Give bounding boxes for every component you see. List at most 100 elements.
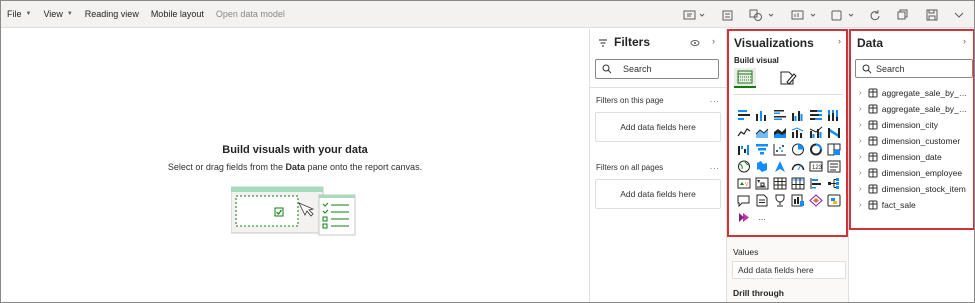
- open-data-model-button[interactable]: Open data model: [210, 1, 291, 28]
- table-row[interactable]: › aggregate_sale_by_dat...: [859, 101, 971, 117]
- ribbon-chart-icon[interactable]: [825, 124, 843, 141]
- area-chart-icon[interactable]: [753, 124, 771, 141]
- filters-search-input[interactable]: Search: [595, 59, 719, 79]
- chevron-right-icon[interactable]: ›: [859, 138, 868, 145]
- more-visuals-icon[interactable]: [807, 192, 825, 209]
- line-chart-icon[interactable]: [735, 124, 753, 141]
- power-apps-icon[interactable]: [735, 209, 753, 226]
- visualizations-fields-section: Values Add data fields here Drill throug…: [727, 237, 848, 302]
- filters-all-pages-dropzone[interactable]: Add data fields here: [595, 179, 721, 209]
- qa-icon[interactable]: [735, 192, 753, 209]
- multi-row-card-icon[interactable]: [825, 158, 843, 175]
- table-row[interactable]: › dimension_date: [859, 149, 971, 165]
- goals-icon[interactable]: [771, 192, 789, 209]
- table-icon: [868, 136, 878, 146]
- filters-pane: Filters › Search Filters on this page ..…: [589, 29, 726, 302]
- duplicate-button[interactable]: [897, 7, 909, 22]
- values-dropzone[interactable]: Add data fields here: [732, 261, 846, 279]
- table-name: dimension_date: [881, 152, 942, 162]
- format-button[interactable]: [831, 7, 859, 22]
- chevron-right-icon[interactable]: ›: [859, 170, 868, 177]
- funnel-chart-icon[interactable]: [753, 141, 771, 158]
- 100-stacked-bar-chart-icon[interactable]: [807, 107, 825, 124]
- view-menu-label: View: [43, 9, 63, 19]
- chevron-right-icon[interactable]: ›: [859, 202, 868, 209]
- chevron-right-icon[interactable]: ›: [859, 106, 868, 113]
- line-clustered-column-icon[interactable]: [807, 124, 825, 141]
- stacked-area-chart-icon[interactable]: [771, 124, 789, 141]
- more-button[interactable]: [953, 7, 965, 22]
- eye-icon[interactable]: [690, 39, 700, 47]
- empty-canvas-title: Build visuals with your data: [222, 144, 368, 156]
- button-menu[interactable]: [721, 7, 735, 22]
- table-row[interactable]: › fact_sale: [859, 197, 971, 213]
- subtitle-text-pre: Select or drag fields from the: [167, 162, 286, 172]
- clustered-bar-chart-icon[interactable]: [771, 107, 789, 124]
- stacked-bar-chart-icon[interactable]: [735, 107, 753, 124]
- duplicate-icon: [897, 9, 908, 19]
- file-menu[interactable]: File ▼: [1, 1, 37, 28]
- chevron-right-icon[interactable]: ›: [859, 90, 868, 97]
- 100-stacked-column-chart-icon[interactable]: [825, 107, 843, 124]
- chevron-right-icon[interactable]: ›: [859, 186, 868, 193]
- visual-icon: [791, 10, 816, 19]
- table-row[interactable]: › dimension_stock_item: [859, 181, 971, 197]
- refresh-button[interactable]: [869, 7, 881, 22]
- filters-search-placeholder: Search: [623, 64, 652, 74]
- waterfall-chart-icon[interactable]: [735, 141, 753, 158]
- key-influencers-icon[interactable]: [807, 175, 825, 192]
- collapse-data-icon[interactable]: ›: [963, 36, 966, 46]
- table-icon: [868, 88, 878, 98]
- more-options-icon[interactable]: ...: [710, 95, 720, 104]
- matrix-icon[interactable]: [789, 175, 807, 192]
- data-search-input[interactable]: Search: [855, 59, 973, 78]
- filled-map-icon[interactable]: [753, 158, 771, 175]
- kpi-icon[interactable]: V: [735, 175, 753, 192]
- azure-map-icon[interactable]: [771, 158, 789, 175]
- chevron-down-icon: [954, 12, 964, 18]
- filters-page-dropzone[interactable]: Add data fields here: [595, 112, 721, 142]
- table-row[interactable]: › dimension_customer: [859, 133, 971, 149]
- scatter-chart-icon[interactable]: [771, 141, 789, 158]
- collapse-visualizations-icon[interactable]: ›: [838, 36, 841, 46]
- line-stacked-column-icon[interactable]: [789, 124, 807, 141]
- clustered-column-chart-icon[interactable]: [789, 107, 807, 124]
- more-options-icon[interactable]: ...: [710, 162, 720, 171]
- chevron-right-icon[interactable]: ›: [859, 122, 868, 129]
- table-name: aggregate_sale_by_dat...: [881, 88, 971, 98]
- python-visual-icon[interactable]: [825, 192, 843, 209]
- donut-chart-icon[interactable]: [807, 141, 825, 158]
- mobile-layout-button[interactable]: Mobile layout: [145, 1, 210, 28]
- decomposition-tree-icon[interactable]: [825, 175, 843, 192]
- stacked-column-chart-icon[interactable]: [753, 107, 771, 124]
- table-icon[interactable]: [771, 175, 789, 192]
- drag-fields-illustration: [230, 185, 361, 239]
- divider: [733, 94, 843, 95]
- treemap-icon[interactable]: [825, 141, 843, 158]
- shapes-button[interactable]: [749, 7, 779, 22]
- reading-view-button[interactable]: Reading view: [79, 1, 145, 28]
- map-icon[interactable]: [735, 158, 753, 175]
- paginated-report-icon[interactable]: [753, 192, 771, 209]
- save-button[interactable]: [926, 7, 938, 22]
- view-menu[interactable]: View ▼: [37, 1, 78, 28]
- text-box-button[interactable]: [683, 7, 707, 22]
- table-name: dimension_city: [881, 120, 938, 130]
- table-row[interactable]: › aggregate_sale_by_dat...: [859, 85, 971, 101]
- narrative-icon[interactable]: [789, 192, 807, 209]
- pie-chart-icon[interactable]: [789, 141, 807, 158]
- chevron-right-icon[interactable]: ›: [859, 154, 868, 161]
- table-row[interactable]: › dimension_employee: [859, 165, 971, 181]
- slicer-icon[interactable]: [753, 175, 771, 192]
- table-name: dimension_employee: [881, 168, 963, 178]
- format-icon: [831, 10, 854, 20]
- collapse-filters-icon[interactable]: ›: [712, 36, 715, 46]
- format-visual-tab[interactable]: [777, 68, 799, 88]
- table-row[interactable]: › dimension_city: [859, 117, 971, 133]
- more-options-icon[interactable]: ...: [753, 209, 771, 226]
- build-visual-tab[interactable]: [734, 68, 756, 88]
- visual-button[interactable]: [791, 7, 821, 22]
- card-icon[interactable]: 123: [807, 158, 825, 175]
- gauge-icon[interactable]: [789, 158, 807, 175]
- svg-text:123: 123: [812, 165, 823, 171]
